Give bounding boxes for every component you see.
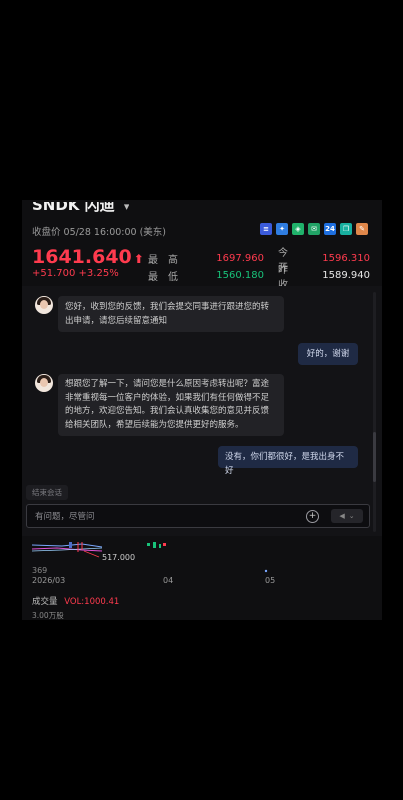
- price-change: +51.700 +3.25%: [32, 268, 119, 279]
- chevron-down-icon[interactable]: ▾: [124, 202, 130, 213]
- chevron-down-icon: ⌄: [348, 512, 355, 520]
- agent-avatar: [35, 374, 53, 392]
- agent-message: 您好，收到您的反馈，我们会提交同事进行跟进您的转出申请，请您后续留意通知: [58, 296, 284, 332]
- volume-value: VOL:1000.41: [64, 597, 120, 607]
- agent-message: 想跟您了解一下，请问您是什么原因考虑转出呢？富途非常重视每一位客户的体验，如果我…: [58, 374, 284, 436]
- shield-icon[interactable]: ◈: [292, 223, 304, 235]
- send-button[interactable]: ◀ ⌄: [331, 509, 363, 523]
- quote-row-low: 最低 1560.180 昨收 1589.940: [148, 265, 370, 291]
- price-lines: [31, 542, 103, 558]
- user-message: 没有，你们都很好，是我出身不好: [218, 446, 358, 476]
- open-value: 1596.310: [322, 253, 370, 264]
- x-tick-label: 05: [265, 576, 275, 585]
- ticker-symbol[interactable]: SNDK 闪迪 ▾: [32, 202, 129, 214]
- quote-grid: 最高 1697.960 今开 1596.310 最低 1560.180 昨收 1…: [148, 248, 370, 291]
- chat-input[interactable]: 有问题，尽管问 + ◀ ⌄: [26, 504, 370, 528]
- chat-scrollbar[interactable]: [373, 292, 376, 532]
- low-label: 最低: [148, 272, 188, 283]
- x-tick-label: 04: [163, 576, 173, 585]
- ticker-name: 闪迪: [84, 202, 115, 214]
- high-value: 1697.960: [216, 253, 264, 264]
- chat-panel: 您好，收到您的反馈，我们会提交同事进行跟进您的转出申请，请您后续留意通知 好的，…: [22, 286, 382, 536]
- candles: [147, 542, 268, 573]
- low-value: 1560.180: [216, 270, 264, 281]
- us-flag-icon[interactable]: ≡: [260, 223, 272, 235]
- quote-row-high: 最高 1697.960 今开 1596.310: [148, 248, 370, 274]
- message-icon[interactable]: ✉: [308, 223, 320, 235]
- prev-value: 1589.940: [322, 270, 370, 281]
- end-session-button[interactable]: 结束会话: [26, 485, 68, 500]
- agent-avatar: [35, 296, 53, 314]
- volume-unit: 3.00万股: [32, 611, 64, 620]
- x-tick-label: 2026/03: [32, 576, 65, 585]
- stock-app: SNDK 闪迪 ▾ 收盘价 05/28 16:00:00 (美东) ≡ ✦ ◈ ✉ 24…: [22, 200, 382, 620]
- close-time: 收盘价 05/28 16:00:00 (美东): [32, 227, 167, 238]
- chat-input-placeholder: 有问题，尽管问: [35, 512, 95, 522]
- 24h-icon[interactable]: 24: [324, 223, 336, 235]
- volume-label: 成交量 VOL:1000.41: [32, 595, 119, 607]
- edit-icon[interactable]: ✎: [356, 223, 368, 235]
- toolbar-icons: ≡ ✦ ◈ ✉ 24 ❐ ✎: [260, 223, 368, 235]
- plus-icon[interactable]: +: [306, 510, 319, 523]
- copy-icon[interactable]: ❐: [340, 223, 352, 235]
- ticker-code: SNDK: [32, 202, 80, 214]
- scrollbar-thumb[interactable]: [373, 432, 376, 482]
- tool-icon[interactable]: ✦: [276, 223, 288, 235]
- up-arrow-icon: ⬆: [133, 252, 144, 266]
- price-chart: 517.000 369 2026/03 04 05: [31, 542, 275, 585]
- y-axis-label: 369: [32, 566, 47, 575]
- volume-title: 成交量: [32, 597, 58, 607]
- user-message: 好的，谢谢: [298, 343, 358, 365]
- send-icon: ◀: [339, 512, 345, 520]
- annotation-label: 517.000: [102, 553, 135, 562]
- current-price: 1641.640 ⬆: [32, 246, 144, 268]
- high-label: 最高: [148, 255, 188, 266]
- ticker-row[interactable]: SNDK 闪迪 ▾: [32, 202, 129, 218]
- price-value: 1641.640: [32, 246, 132, 268]
